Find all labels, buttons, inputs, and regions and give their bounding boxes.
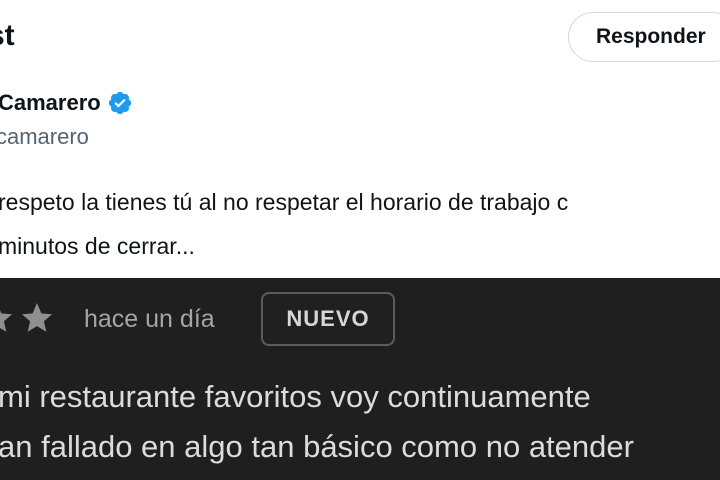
tweet-text: respeto la tienes tú al no respetar el h…: [0, 180, 568, 268]
author-name[interactable]: Camarero: [0, 87, 101, 119]
review-text-line: mi restaurante favoritos voy continuamen…: [0, 379, 591, 414]
reply-button[interactable]: Responder: [568, 12, 720, 62]
author-row[interactable]: Camarero: [0, 86, 133, 120]
tweet-text-line: respeto la tienes tú al no respetar el h…: [0, 189, 569, 215]
review-text: mi restaurante favoritos voy continuamen…: [0, 372, 634, 472]
star-icon: [22, 303, 52, 332]
verified-badge-icon: [108, 91, 131, 115]
tweet-text-line: minutos de cerrar...: [0, 233, 195, 259]
new-badge: NUEVO: [261, 292, 395, 346]
review-text-line: an fallado en algo tan básico como no at…: [0, 429, 634, 464]
review-timestamp: hace un día: [84, 305, 215, 333]
star-icon: [0, 310, 12, 332]
author-handle[interactable]: camarero: [0, 122, 89, 152]
page-title: st: [0, 19, 15, 52]
rating-stars: [0, 300, 56, 336]
